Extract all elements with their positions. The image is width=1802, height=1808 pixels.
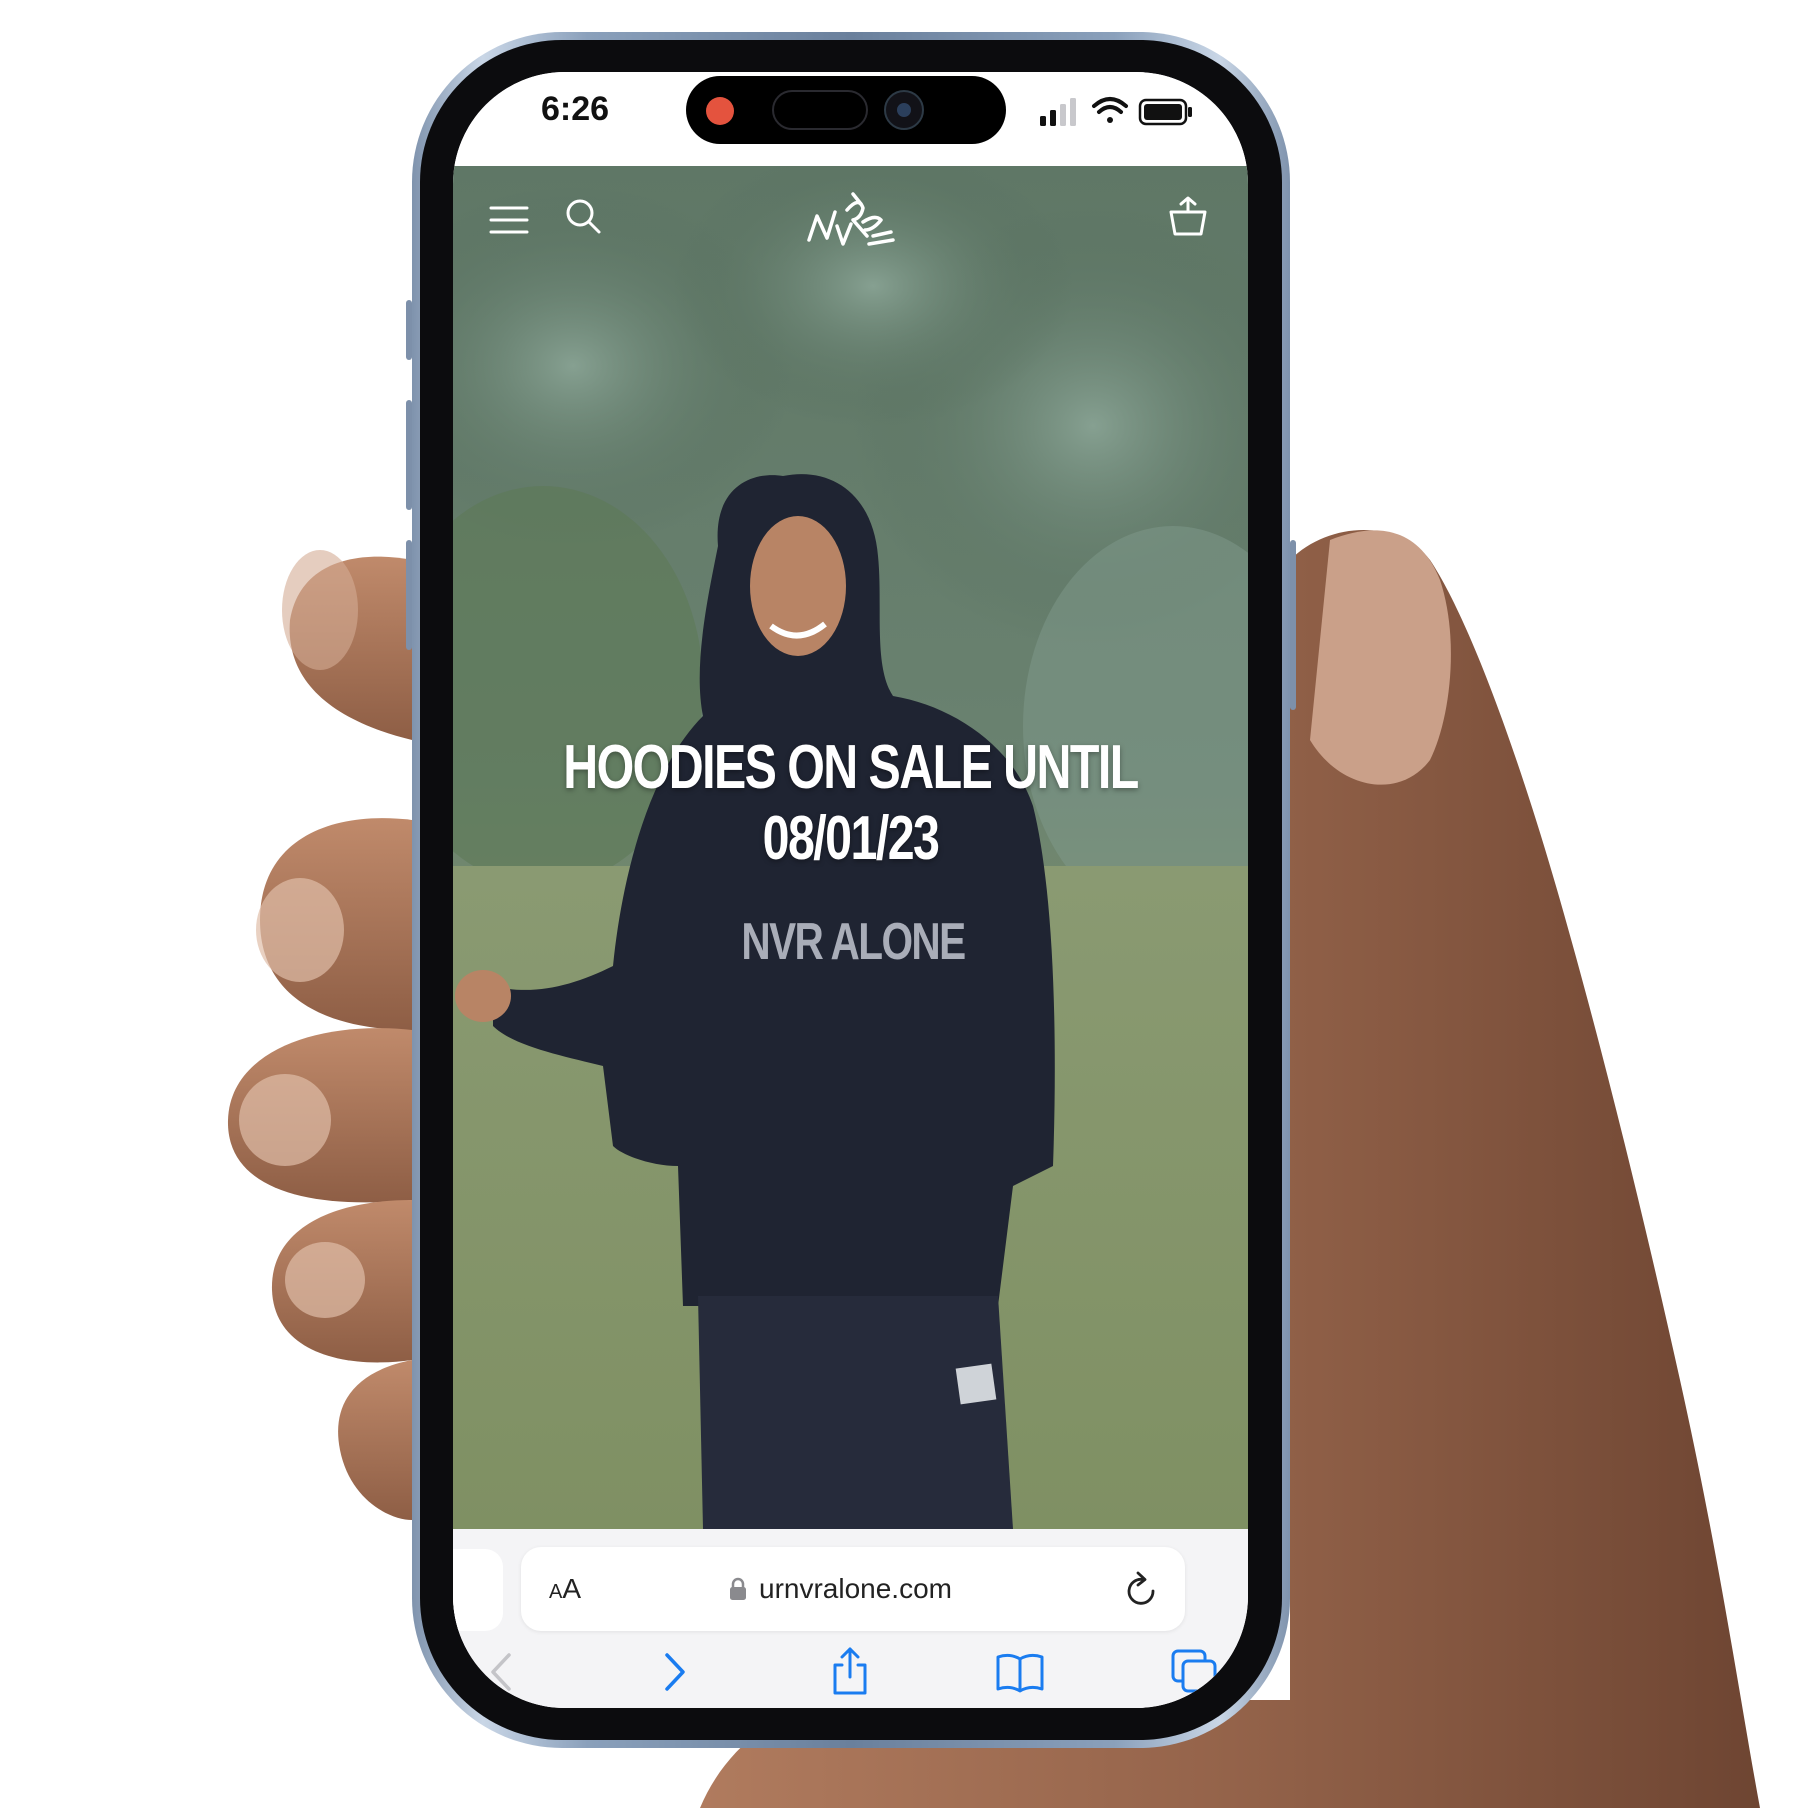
wifi-icon — [1092, 97, 1128, 123]
volume-down-button — [406, 540, 412, 650]
chevron-left-icon[interactable] — [479, 1647, 529, 1697]
chevron-right-icon[interactable] — [649, 1647, 699, 1697]
battery-icon — [1138, 98, 1192, 126]
hero-headline: HOODIES ON SALE UNTIL 08/01/23 — [563, 733, 1139, 873]
safari-bottom-bar: AA urnvralone.com — [453, 1529, 1248, 1708]
dynamic-island — [686, 76, 1006, 144]
previous-tab-preview[interactable] — [453, 1549, 503, 1631]
volume-up-button — [406, 400, 412, 510]
safari-toolbar — [453, 1647, 1248, 1697]
phone-screen: 6:26 HOODIES ON SALE UNTIL 08/01/23 NVR … — [453, 72, 1248, 1708]
status-icons — [1040, 97, 1192, 126]
text-size-large: A — [562, 1573, 582, 1604]
text-size-button[interactable]: AA — [549, 1573, 581, 1605]
url-text: urnvralone.com — [759, 1573, 952, 1604]
text-size-small: A — [549, 1581, 563, 1603]
hoodie-print-text: NVR ALONE — [741, 913, 966, 971]
lock-icon — [730, 1577, 746, 1600]
share-icon[interactable] — [825, 1647, 875, 1697]
island-sensor — [772, 90, 868, 130]
reload-icon[interactable] — [1123, 1569, 1159, 1609]
power-button — [1290, 540, 1296, 710]
front-camera — [884, 90, 924, 130]
status-bar: 6:26 — [453, 72, 1248, 166]
site-header — [453, 166, 1248, 276]
recording-indicator — [706, 97, 734, 125]
brand-logo[interactable] — [803, 186, 899, 258]
cellular-signal-icon — [1040, 98, 1076, 126]
menu-icon[interactable] — [487, 200, 531, 240]
tabs-icon[interactable] — [1169, 1647, 1219, 1697]
status-time: 6:26 — [541, 90, 610, 128]
address-bar[interactable]: AA urnvralone.com — [521, 1547, 1185, 1631]
search-icon[interactable] — [563, 196, 603, 236]
action-button — [406, 300, 412, 360]
basket-icon[interactable] — [1165, 194, 1211, 240]
book-icon[interactable] — [995, 1647, 1045, 1697]
url-display[interactable]: urnvralone.com — [729, 1571, 952, 1607]
